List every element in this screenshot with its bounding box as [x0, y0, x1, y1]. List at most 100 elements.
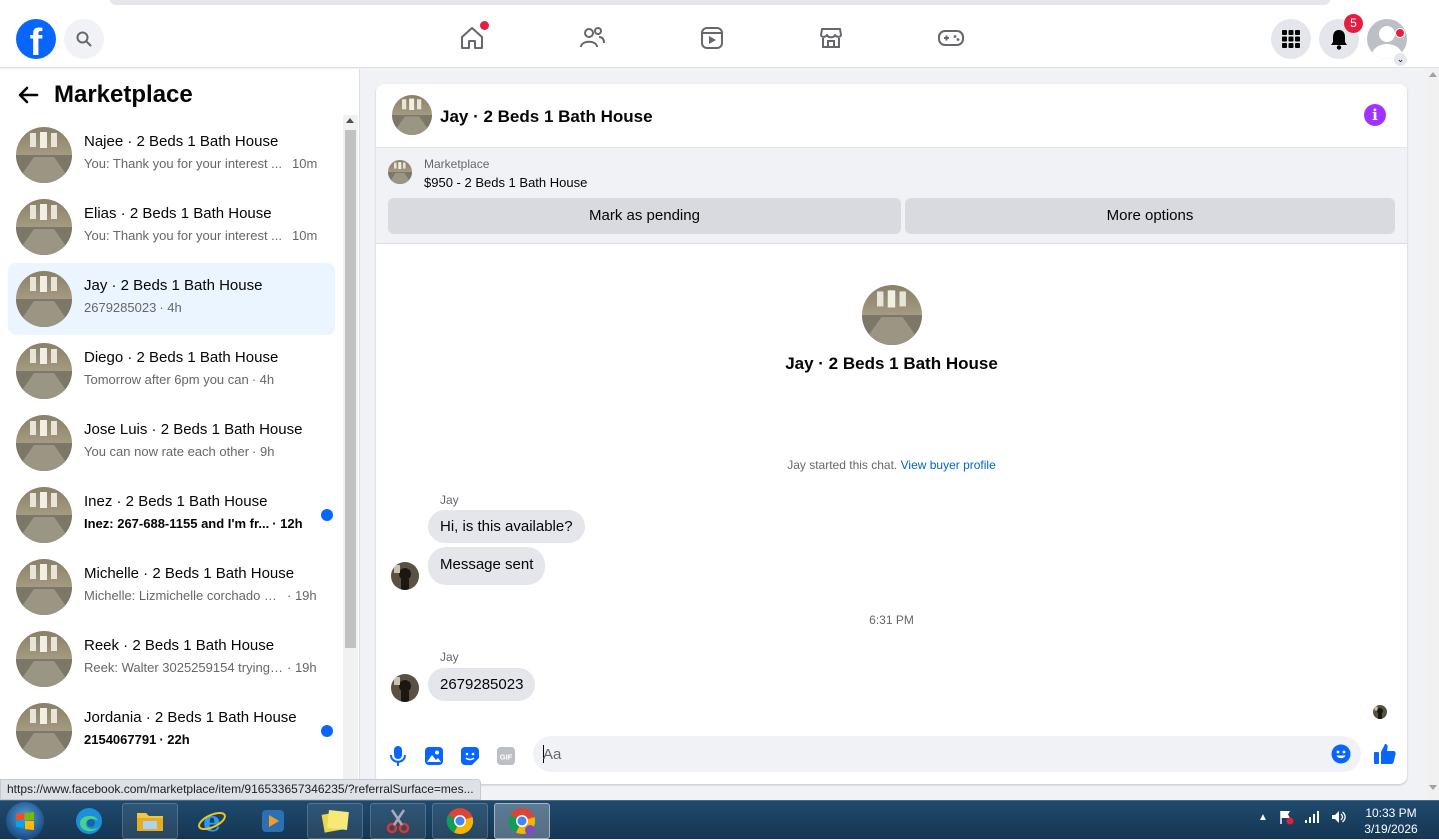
chrome-icon — [446, 808, 474, 835]
mark-as-pending-button[interactable]: Mark as pending — [388, 198, 901, 234]
conversation-item[interactable]: Diego · 2 Beds 1 Bath House Tomorrow afte… — [8, 335, 335, 407]
taskbar-media-player[interactable] — [245, 803, 301, 839]
volume-icon[interactable] — [1330, 809, 1346, 825]
nav-marketplace[interactable] — [816, 23, 846, 53]
scroll-up-arrow-icon[interactable] — [1429, 72, 1437, 77]
browser-address-pill — [110, 0, 1330, 5]
message-bubble[interactable]: Message sent — [428, 547, 546, 585]
page-scrollbar[interactable] — [1427, 69, 1439, 800]
listing-thumbnail[interactable] — [388, 160, 412, 184]
conversation-name: Jordania · 2 Beds 1 Bath House — [84, 709, 297, 726]
nav-watch[interactable] — [697, 23, 727, 53]
sticker-button[interactable] — [458, 744, 482, 768]
message-sender: Jay — [440, 650, 459, 664]
unread-dot — [321, 725, 333, 737]
taskbar-chrome-1[interactable] — [432, 803, 488, 839]
facebook-logo[interactable]: f — [16, 19, 56, 59]
conversation-item[interactable]: Inez · 2 Beds 1 Bath House Inez: 267-688-… — [8, 479, 335, 551]
gif-button[interactable]: GIF — [494, 744, 518, 768]
conversation-snippet: Michelle: Lizmichelle corchado 26... · 19… — [84, 588, 317, 603]
nav-gaming[interactable] — [936, 23, 966, 53]
scroll-up-arrow-icon[interactable] — [346, 118, 354, 123]
edge-browser-icon — [76, 808, 102, 834]
start-button[interactable] — [6, 802, 44, 840]
message-input[interactable] — [543, 736, 1303, 772]
snippet-time: · 12h — [272, 516, 303, 531]
conversation-list: Najee · 2 Beds 1 Bath House You: Thank yo… — [8, 119, 335, 767]
conversation-thumbnail — [16, 559, 72, 615]
message-bubble[interactable]: Hi, is this available? — [428, 510, 585, 543]
intro-avatar[interactable] — [862, 285, 922, 345]
conversation-name: Michelle · 2 Beds 1 Bath House — [84, 565, 295, 582]
action-center-flag-icon[interactable] — [1278, 809, 1294, 825]
sticker-icon — [461, 747, 479, 765]
link-status-bar: https://www.facebook.com/marketplace/ite… — [0, 779, 481, 800]
nav-friends[interactable] — [577, 23, 607, 53]
microphone-icon — [390, 746, 406, 766]
send-like-button[interactable] — [1372, 741, 1398, 767]
sidebar-scrollbar[interactable] — [343, 115, 358, 800]
conversation-thumbnail — [16, 127, 72, 183]
chat-avatar[interactable] — [392, 95, 432, 135]
chevron-down-icon[interactable]: ⌄ — [1393, 52, 1408, 67]
conversation-snippet: Inez: 267-688-1155 and I'm fr... · 12h — [84, 516, 303, 531]
conversation-thumbnail — [16, 703, 72, 759]
conversation-thumbnail — [16, 415, 72, 471]
taskbar-chrome-2[interactable] — [494, 803, 550, 839]
search-icon — [76, 31, 92, 47]
video-icon — [701, 27, 723, 49]
listing-title[interactable]: $950 - 2 Beds 1 Bath House — [424, 175, 587, 190]
message-bubble[interactable]: 2679285023 — [428, 668, 536, 701]
conversation-item[interactable]: Reek · 2 Beds 1 Bath House Reek: Walter 3… — [8, 623, 335, 695]
chat-panel: Jay · 2 Beds 1 Bath House i Marketplace … — [376, 84, 1407, 784]
sidebar-title: Marketplace — [54, 81, 193, 108]
emoji-button[interactable] — [1330, 743, 1352, 765]
conversation-name: Diego · 2 Beds 1 Bath House — [84, 349, 279, 366]
taskbar-edge[interactable] — [61, 803, 117, 839]
view-buyer-profile-link[interactable]: View buyer profile — [901, 458, 996, 472]
system-tray: ▲ — [1258, 809, 1346, 825]
taskbar-clock[interactable]: 10:33 PM 3/19/2026 — [1356, 805, 1426, 837]
conversation-name: Jose Luis · 2 Beds 1 Bath House — [84, 421, 303, 438]
windows-taskbar: e ▲ 10:33 PM 3/19/2026 — [0, 800, 1439, 840]
conversation-item[interactable]: Najee · 2 Beds 1 Bath House You: Thank yo… — [8, 119, 335, 191]
more-options-button[interactable]: More options — [905, 198, 1395, 234]
taskbar-internet-explorer[interactable]: e — [184, 803, 240, 839]
marketplace-sidebar: Marketplace Najee · 2 Beds 1 Bath House Y… — [0, 69, 360, 800]
conversation-item[interactable]: Michelle · 2 Beds 1 Bath House Michelle: … — [8, 551, 335, 623]
menu-button[interactable] — [1271, 19, 1311, 59]
conversation-item[interactable]: Jay · 2 Beds 1 Bath House 2679285023 · 4h — [8, 263, 335, 335]
notifications-button[interactable]: 5 — [1319, 14, 1363, 59]
chat-title[interactable]: Jay · 2 Beds 1 Bath House — [440, 107, 653, 127]
conversation-item[interactable]: Elias · 2 Beds 1 Bath House You: Thank yo… — [8, 191, 335, 263]
taskbar-snipping-tool[interactable] — [370, 803, 426, 839]
taskbar-sticky-notes[interactable] — [307, 803, 363, 839]
tray-expand-arrow-icon[interactable]: ▲ — [1258, 812, 1268, 823]
sender-avatar[interactable] — [391, 674, 419, 702]
thumbs-up-icon — [1374, 744, 1396, 764]
conversation-thumbnail — [16, 271, 72, 327]
scroll-down-arrow-icon[interactable] — [1429, 785, 1437, 790]
conversation-snippet: You can now rate each other · 9h — [84, 444, 274, 459]
home-notification-dot — [480, 21, 489, 30]
snippet-text: 2679285023 — [84, 300, 157, 315]
marketplace-listing-bar: Marketplace $950 - 2 Beds 1 Bath House M… — [376, 148, 1407, 244]
snippet-time: 10m — [292, 156, 318, 171]
emoji-icon — [1331, 744, 1351, 764]
clock-time: 10:33 PM — [1365, 806, 1417, 820]
network-signal-icon[interactable] — [1304, 809, 1320, 825]
back-arrow-icon[interactable] — [16, 83, 40, 107]
search-button[interactable] — [64, 19, 104, 59]
nav-home[interactable] — [457, 21, 489, 53]
snippet-time: · 19h — [287, 660, 317, 675]
sender-avatar[interactable] — [391, 562, 419, 590]
conversation-item[interactable]: Jose Luis · 2 Beds 1 Bath House You can n… — [8, 407, 335, 479]
message-input-wrapper — [533, 736, 1361, 772]
info-icon[interactable]: i — [1364, 104, 1386, 126]
voice-clip-button[interactable] — [386, 744, 410, 768]
seen-indicator-avatar — [1373, 705, 1387, 719]
scrollbar-thumb[interactable] — [345, 130, 356, 648]
conversation-item[interactable]: Jordania · 2 Beds 1 Bath House 2154067791… — [8, 695, 335, 767]
attach-photo-button[interactable] — [422, 744, 446, 768]
taskbar-file-explorer[interactable] — [122, 803, 178, 839]
